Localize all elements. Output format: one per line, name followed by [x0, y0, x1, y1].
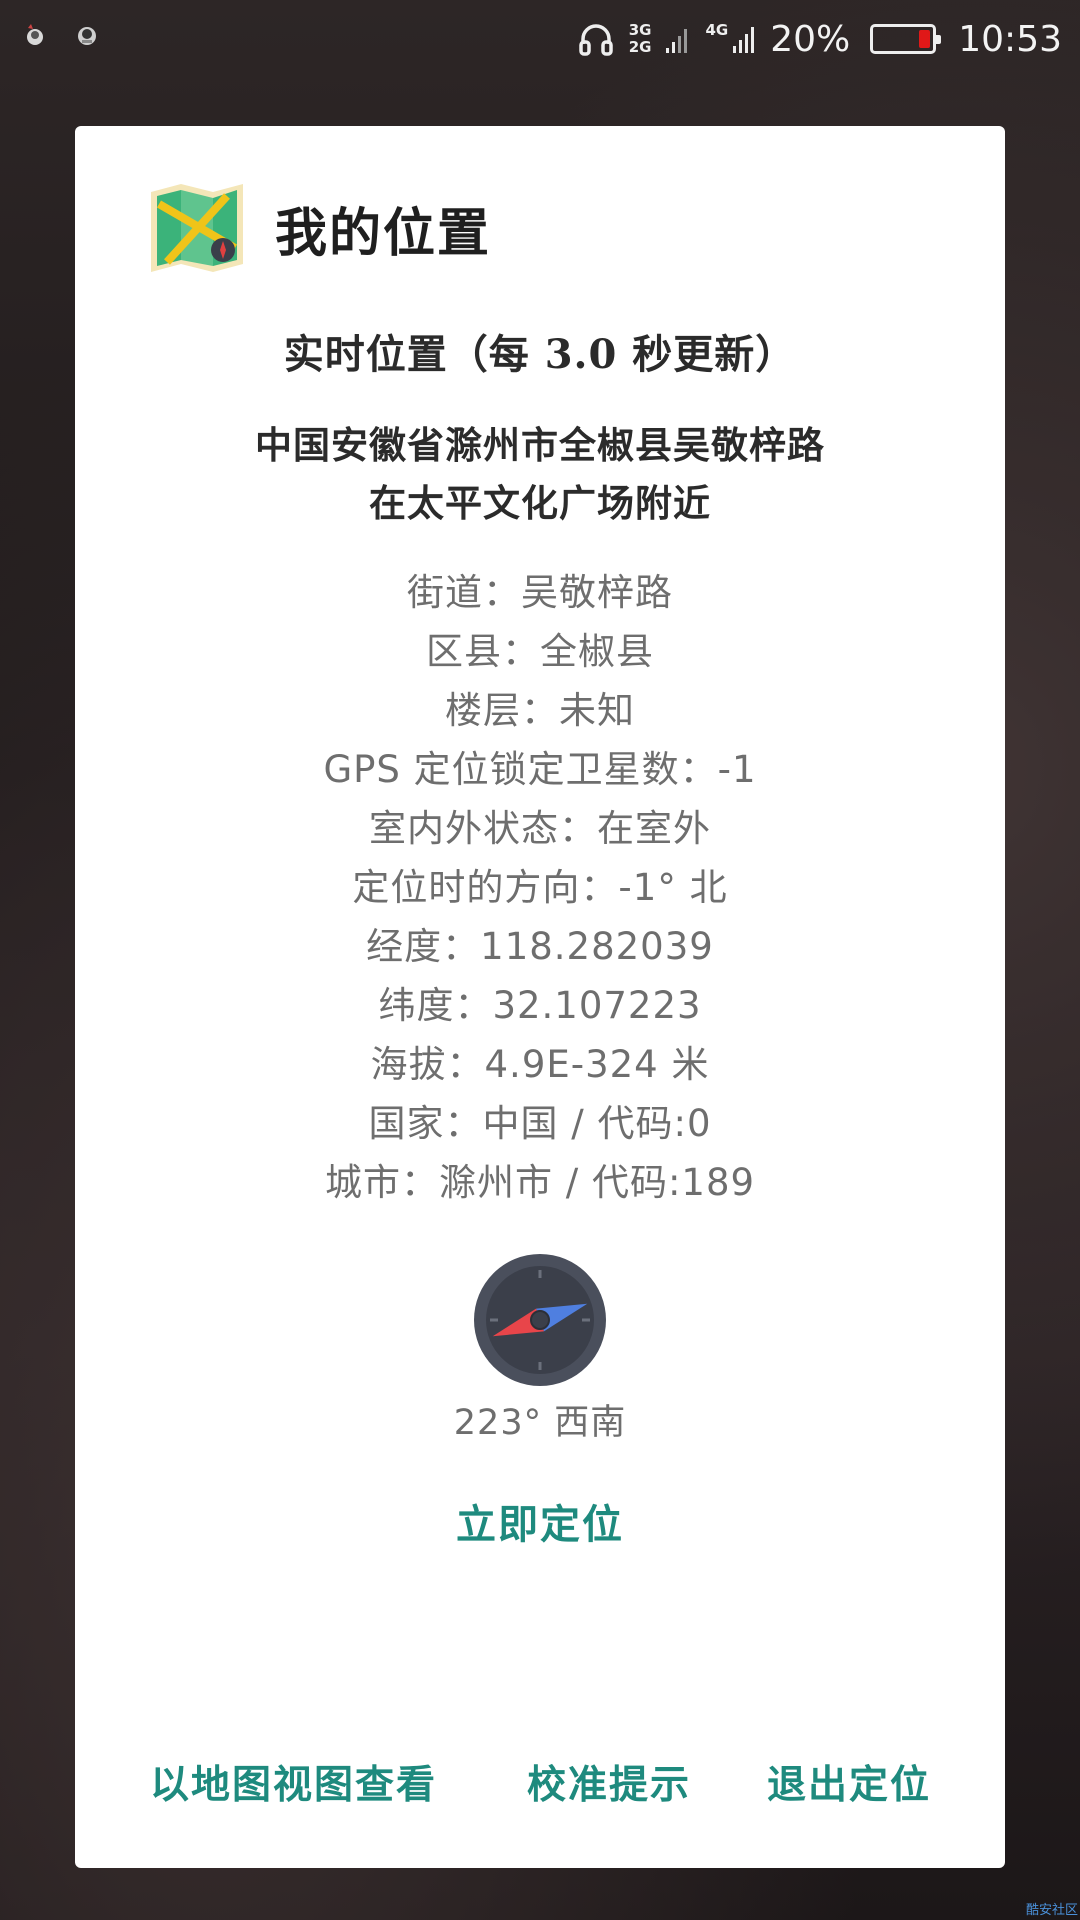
compass-heading-label: 223° 西南 — [453, 1403, 627, 1443]
address-line-2: 在太平文化广场附近 — [369, 481, 711, 525]
info-district: 区县：全椒县 — [426, 630, 654, 673]
app-notification-icon — [78, 27, 96, 45]
battery-level — [919, 30, 931, 48]
map-app-icon — [151, 184, 243, 272]
clock: 10:53 — [958, 18, 1062, 60]
info-street: 街道：吴敬梓路 — [407, 571, 673, 614]
info-longitude: 经度：118.282039 — [366, 925, 714, 968]
view-on-map-button[interactable]: 以地图视图查看 — [150, 1754, 437, 1810]
location-info-list: 街道：吴敬梓路 区县：全椒县 楼层：未知 GPS 定位锁定卫星数：-1 室内外状… — [75, 563, 1005, 1212]
info-indoor-outdoor: 室内外状态：在室外 — [369, 807, 711, 850]
dialog-title: 我的位置 — [275, 202, 492, 264]
status-indicators: 3G 2G 4G 20% 10:53 — [577, 14, 1062, 64]
compass-icon — [474, 1254, 606, 1386]
app-notification-icon — [27, 24, 43, 45]
exit-location-button[interactable]: 退出定位 — [767, 1754, 931, 1810]
realtime-label: 实时位置（每 3.0 秒更新） — [283, 331, 797, 378]
signal-icon-2 — [733, 27, 755, 53]
location-dialog: 我的位置 实时位置（每 3.0 秒更新） 中国安徽省滁州市全椒县吴敬梓路 在太平… — [75, 126, 1005, 1868]
dialog-header: 我的位置 — [147, 178, 491, 278]
calibration-tip-button[interactable]: 校准提示 — [527, 1754, 691, 1810]
battery-icon — [870, 24, 942, 54]
address: 中国安徽省滁州市全椒县吴敬梓路 在太平文化广场附近 — [75, 416, 1005, 532]
signal-icon — [666, 29, 688, 53]
info-direction: 定位时的方向：-1° 北 — [352, 866, 728, 909]
watermark: 酷安社区 — [1025, 1903, 1078, 1918]
compass — [472, 1252, 608, 1388]
headphones-icon — [578, 24, 613, 56]
status-bar: 3G 2G 4G 20% 10:53 — [0, 0, 1080, 78]
info-country: 国家：中国 / 代码:0 — [368, 1102, 712, 1145]
network-type-label: 3G 2G — [628, 21, 652, 56]
info-altitude: 海拔：4.9E-324 米 — [370, 1043, 710, 1086]
battery-percent: 20% — [770, 18, 851, 60]
info-latitude: 纬度：32.107223 — [378, 984, 702, 1027]
dialog-actions: 以地图视图查看 校准提示 退出定位 — [75, 1754, 1005, 1824]
info-gps-satellites: GPS 定位锁定卫星数：-1 — [323, 748, 757, 791]
info-floor: 楼层：未知 — [445, 689, 635, 732]
notification-icons — [22, 22, 100, 48]
address-line-1: 中国安徽省滁州市全椒县吴敬梓路 — [255, 423, 825, 467]
locate-now-button[interactable]: 立即定位 — [75, 1492, 1005, 1550]
network-type-label-2: 4G — [705, 21, 729, 39]
info-city: 城市：滁州市 / 代码:189 — [324, 1161, 756, 1204]
